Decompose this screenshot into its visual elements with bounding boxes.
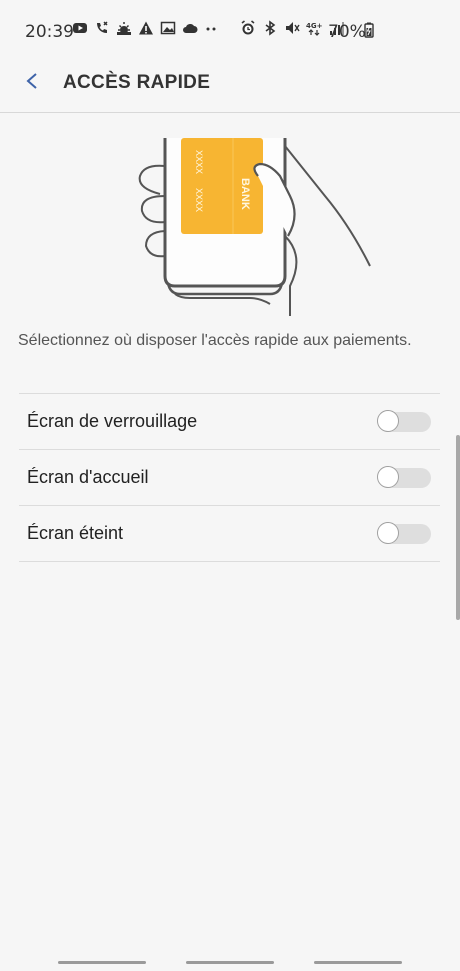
missed-call-icon (97, 21, 108, 33)
recents-button[interactable] (58, 961, 146, 964)
toggle-knob (377, 410, 399, 432)
setting-label: Écran d'accueil (27, 467, 149, 487)
toggle-knob (377, 466, 399, 488)
weather-icon (117, 22, 131, 35)
card-digits-1: XXXX (194, 150, 204, 174)
battery-icon (364, 22, 374, 38)
card-digits-2: XXXX (194, 188, 204, 212)
app-header: ACCÈS RAPIDE (0, 60, 460, 113)
warning-icon (139, 21, 153, 35)
lock-screen-toggle[interactable] (377, 410, 431, 433)
toggle-knob (377, 522, 399, 544)
screen-off-toggle[interactable] (377, 522, 431, 545)
image-icon (160, 21, 176, 35)
setting-row-lock-screen[interactable]: Écran de verrouillage (19, 393, 440, 449)
more-dots-icon (206, 27, 216, 31)
payment-illustration: XXXX XXXX BANK (130, 136, 380, 316)
4g-icon: 4G+ (306, 22, 322, 36)
cloud-icon (183, 23, 198, 33)
mute-icon (286, 22, 300, 34)
bluetooth-icon (265, 20, 276, 36)
home-screen-toggle[interactable] (377, 466, 431, 489)
status-notification-icons (72, 20, 220, 36)
status-time: 20:39 (25, 22, 74, 42)
scrollbar[interactable] (456, 435, 460, 620)
back-arrow-icon (26, 73, 37, 89)
back-nav-button[interactable] (314, 961, 402, 964)
settings-list: Écran de verrouillage Écran d'accueil Éc… (19, 393, 440, 562)
alarm-icon (241, 20, 255, 35)
home-button[interactable] (186, 961, 274, 964)
setting-label: Écran de verrouillage (27, 411, 198, 431)
youtube-icon (73, 23, 87, 33)
back-button[interactable] (18, 68, 48, 98)
setting-row-home-screen[interactable]: Écran d'accueil (19, 449, 440, 505)
page-title: ACCÈS RAPIDE (63, 72, 211, 93)
setting-row-screen-off[interactable]: Écran éteint (19, 505, 440, 562)
svg-text:4G+: 4G+ (306, 22, 322, 30)
card-brand-label: BANK (239, 178, 251, 210)
navigation-bar (0, 950, 460, 971)
description-text: Sélectionnez où disposer l'accès rapide … (18, 332, 412, 349)
status-bar: 20:39 4G+ 70% (0, 0, 460, 60)
setting-label: Écran éteint (27, 523, 124, 543)
